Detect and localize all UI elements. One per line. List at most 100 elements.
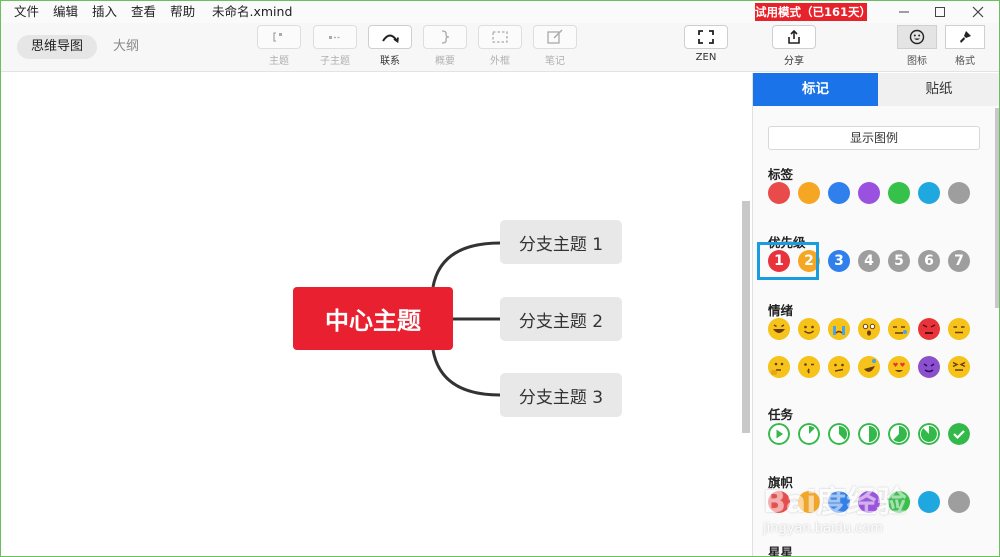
boundary-icon — [492, 31, 508, 43]
task-62-percent-icon[interactable] — [888, 423, 910, 445]
share-label: 分享 — [784, 56, 804, 67]
tag-cyan[interactable] — [918, 182, 940, 204]
summary-label: 概要 — [435, 56, 455, 67]
smile-emoji-icon[interactable] — [798, 318, 820, 340]
icons-label: 图标 — [907, 56, 927, 67]
tab-markers[interactable]: 标记 — [753, 73, 878, 106]
note-icon — [547, 29, 563, 44]
task-12-percent-icon[interactable] — [798, 423, 820, 445]
laughing-emoji-icon[interactable] — [768, 318, 790, 340]
watermark-brand: Bai度经验 — [763, 485, 907, 520]
relationship-icon — [382, 34, 399, 44]
tag-gray[interactable] — [948, 182, 970, 204]
mood-row-1 — [768, 318, 978, 340]
section-star-title: 星星 — [768, 545, 794, 557]
menu-edit[interactable]: 编辑 — [46, 4, 85, 20]
fullscreen-icon — [698, 30, 714, 44]
close-icon — [972, 6, 984, 18]
tag-green[interactable] — [888, 182, 910, 204]
task-87-percent-icon[interactable] — [918, 423, 940, 445]
menu-bar: 文件 编辑 插入 查看 帮助 — [7, 4, 202, 20]
brush-icon — [960, 31, 971, 43]
note-button[interactable]: 笔记 — [532, 25, 578, 67]
title-bar: 文件 编辑 插入 查看 帮助 未命名.xmind 试用模式（已161天） — [1, 1, 999, 23]
surprised-emoji-icon[interactable] — [858, 318, 880, 340]
squint-emoji-icon[interactable] — [948, 356, 970, 378]
minimize-button[interactable] — [885, 1, 923, 23]
section-tags-title: 标签 — [768, 167, 794, 182]
central-topic[interactable]: 中心主题 — [293, 287, 453, 350]
tab-stickers[interactable]: 贴纸 — [878, 73, 999, 106]
priority-4-icon[interactable]: 4 — [858, 250, 880, 272]
branch-topic-2[interactable]: 分支主题 2 — [500, 297, 622, 341]
priority-7-icon[interactable]: 7 — [948, 250, 970, 272]
heart-eyes-emoji-icon[interactable] — [888, 356, 910, 378]
menu-insert[interactable]: 插入 — [85, 4, 124, 20]
subtopic-icon — [329, 36, 340, 39]
kiss-emoji-icon[interactable] — [798, 356, 820, 378]
subtopic-button[interactable]: 子主题 — [312, 25, 358, 67]
task-row — [768, 423, 978, 445]
devil-emoji-icon[interactable] — [918, 356, 940, 378]
file-name: 未命名.xmind — [212, 4, 293, 19]
note-label: 笔记 — [545, 56, 565, 67]
priority-6-icon[interactable]: 6 — [918, 250, 940, 272]
smiley-icon — [909, 29, 925, 45]
crying-emoji-icon[interactable] — [828, 318, 850, 340]
priority-5-icon[interactable]: 5 — [888, 250, 910, 272]
mood-row-2 — [768, 356, 978, 378]
show-legend-button[interactable]: 显示图例 — [768, 126, 980, 150]
boundary-button[interactable]: 外框 — [477, 25, 523, 67]
tag-blue[interactable] — [828, 182, 850, 204]
tab-outline[interactable]: 大纲 — [99, 35, 153, 59]
panel-scrollbar[interactable] — [995, 108, 999, 308]
boundary-label: 外框 — [490, 56, 510, 67]
section-mood-title: 情绪 — [768, 303, 794, 318]
tab-mindmap[interactable]: 思维导图 — [17, 35, 98, 59]
highlight-box — [757, 242, 819, 280]
tag-purple[interactable] — [858, 182, 880, 204]
thinking-emoji-icon[interactable] — [768, 356, 790, 378]
mindmap-canvas[interactable]: 中心主题 分支主题 1 分支主题 2 分支主题 3 — [1, 73, 741, 556]
baidu-watermark: Bai度经验 jingyan.baidu.com — [763, 471, 993, 541]
tag-orange[interactable] — [798, 182, 820, 204]
task-start-icon[interactable] — [768, 423, 790, 445]
neutral-emoji-icon[interactable] — [948, 318, 970, 340]
summary-button[interactable]: 概要 — [422, 25, 468, 67]
branch-topic-3[interactable]: 分支主题 3 — [500, 373, 622, 417]
rofl-emoji-icon[interactable] — [858, 356, 880, 378]
menu-file[interactable]: 文件 — [7, 4, 46, 20]
relationship-label: 联系 — [380, 56, 400, 67]
format-panel-button[interactable]: 格式 — [945, 25, 985, 67]
zen-label: ZEN — [695, 52, 717, 63]
task-37-percent-icon[interactable] — [828, 423, 850, 445]
angry-emoji-icon[interactable] — [918, 318, 940, 340]
summary-icon — [441, 30, 450, 44]
task-50-percent-icon[interactable] — [858, 423, 880, 445]
watermark-url: jingyan.baidu.com — [763, 521, 883, 536]
minimize-icon — [899, 11, 909, 13]
section-task-title: 任务 — [768, 407, 794, 422]
maximize-icon — [935, 7, 945, 17]
relationship-button[interactable]: 联系 — [367, 25, 413, 67]
task-done-icon[interactable] — [948, 423, 970, 445]
menu-view[interactable]: 查看 — [124, 4, 163, 20]
menu-help[interactable]: 帮助 — [163, 4, 202, 20]
topic-button[interactable]: 主题 — [256, 25, 302, 67]
tag-color-row — [768, 182, 978, 204]
icons-panel-button[interactable]: 图标 — [897, 25, 937, 67]
priority-3-icon[interactable]: 3 — [828, 250, 850, 272]
sleepy-emoji-icon[interactable] — [888, 318, 910, 340]
share-icon — [788, 29, 800, 44]
share-button[interactable]: 分享 — [771, 25, 817, 67]
zen-button[interactable]: ZEN — [683, 25, 729, 63]
trial-badge[interactable]: 试用模式（已161天） — [755, 3, 871, 21]
topic-icon — [273, 32, 282, 42]
toolbar: 思维导图 大纲 主题 子主题 联系 概要 外框 笔记 ZEN 分享 图标 格式 — [1, 23, 999, 72]
canvas-scrollbar[interactable] — [742, 201, 750, 433]
confused-emoji-icon[interactable] — [828, 356, 850, 378]
tag-red[interactable] — [768, 182, 790, 204]
maximize-button[interactable] — [921, 1, 959, 23]
branch-topic-1[interactable]: 分支主题 1 — [500, 220, 622, 264]
close-button[interactable] — [959, 1, 997, 23]
